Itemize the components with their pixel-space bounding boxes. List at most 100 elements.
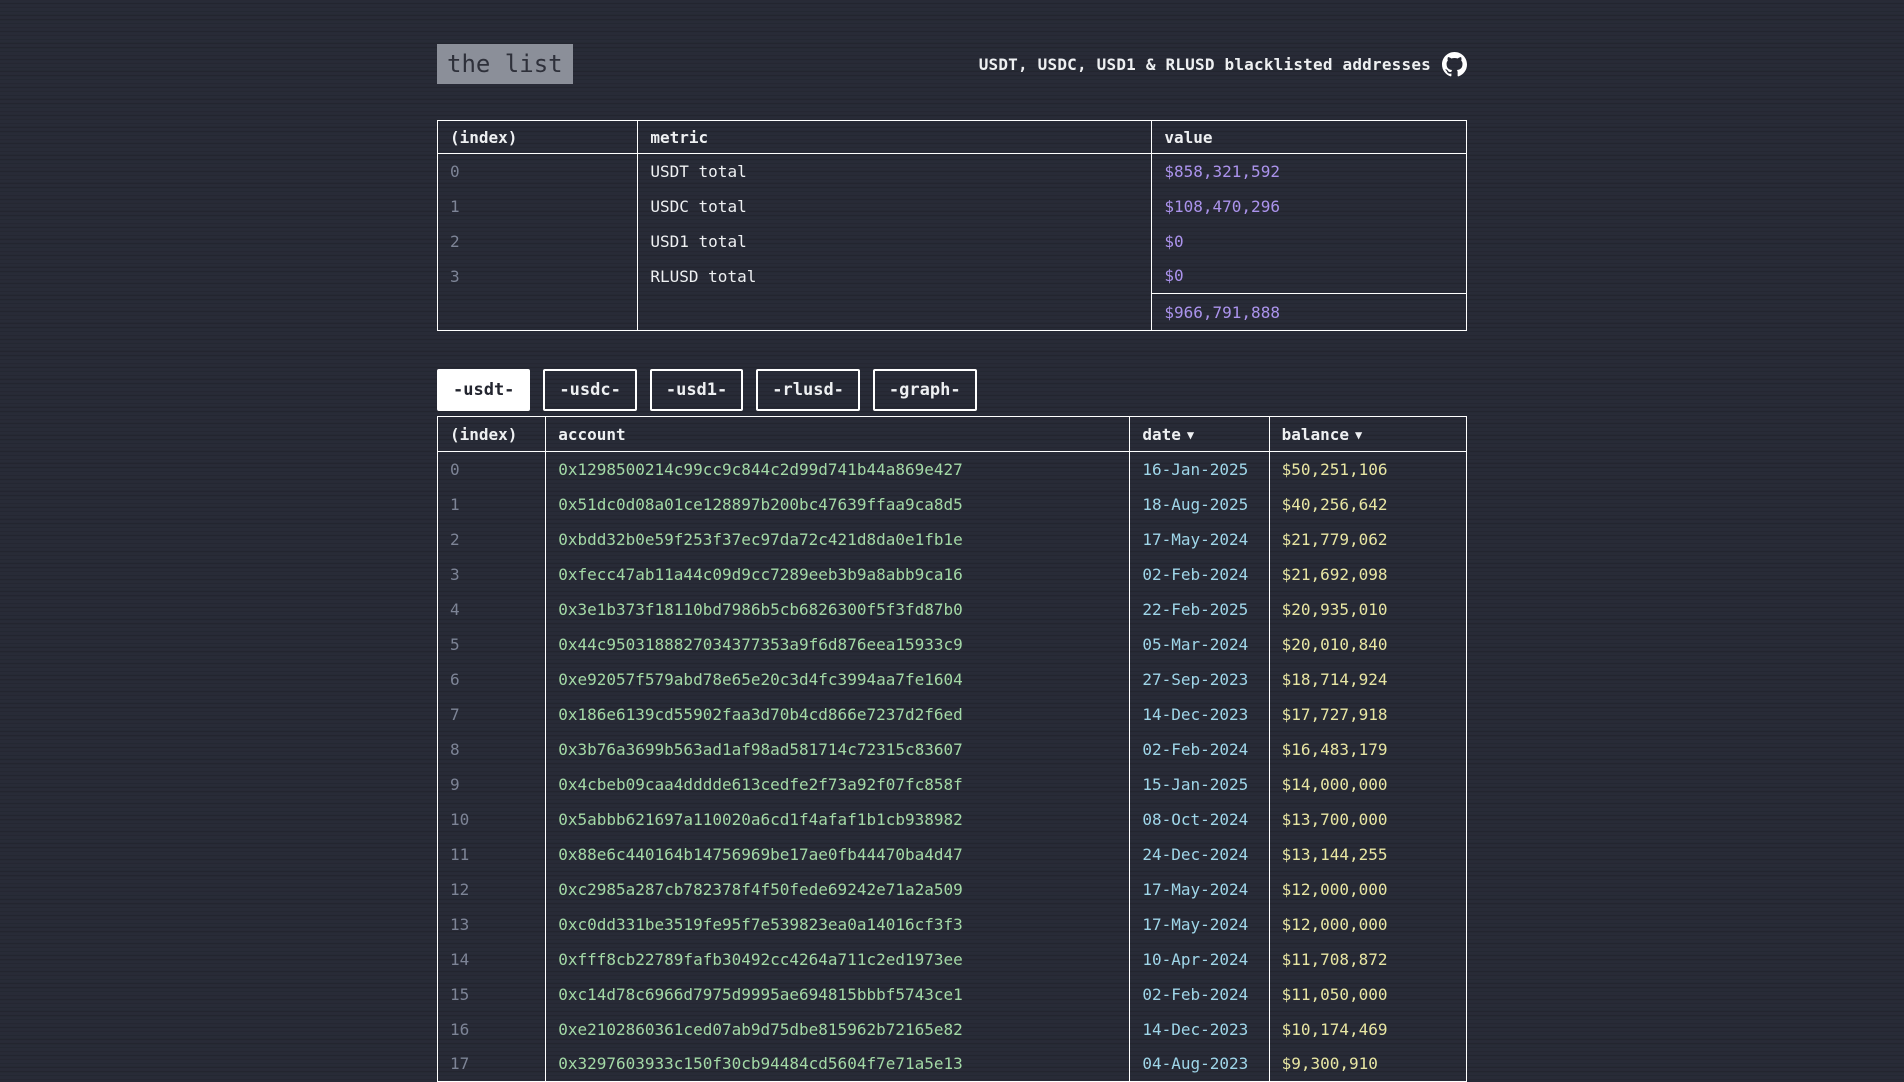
cell-account: 0xbdd32b0e59f253f37ec97da72c421d8da0e1fb… <box>546 522 1130 557</box>
cell-index: 12 <box>438 872 546 907</box>
table-row: 11 0x88e6c440164b14756969be17ae0fb44470b… <box>438 837 1467 872</box>
balance-sort-label: balance <box>1282 425 1349 444</box>
cell-index: 13 <box>438 907 546 942</box>
tab-bar: -usdt- -usdc- -usd1- -rlusd- -graph- <box>437 369 1467 411</box>
cell-balance: $50,251,106 <box>1269 452 1466 487</box>
cell-date: 08-Oct-2024 <box>1130 802 1269 837</box>
summary-cell-index: 1 <box>438 189 638 224</box>
table-row: 6 0xe92057f579abd78e65e20c3d4fc3994aa7fe… <box>438 662 1467 697</box>
date-sort-label: date <box>1142 425 1181 444</box>
cell-date: 14-Dec-2023 <box>1130 1012 1269 1047</box>
cell-date: 17-May-2024 <box>1130 522 1269 557</box>
cell-index: 8 <box>438 732 546 767</box>
address-table: (index) account date ▼ balance ▼ 0 0x12985… <box>437 416 1467 1082</box>
summary-col-metric: metric <box>638 121 1152 154</box>
cell-index: 6 <box>438 662 546 697</box>
cell-account: 0x4cbeb09caa4dddde613cedfe2f73a92f07fc85… <box>546 767 1130 802</box>
cell-date: 05-Mar-2024 <box>1130 627 1269 662</box>
page-header: the list USDT, USDC, USD1 & RLUSD blackl… <box>437 44 1467 84</box>
tab-rlusd[interactable]: -rlusd- <box>756 369 860 411</box>
cell-date: 04-Aug-2023 <box>1130 1047 1269 1082</box>
address-col-balance-sort[interactable]: balance ▼ <box>1269 417 1466 452</box>
cell-index: 15 <box>438 977 546 1012</box>
sort-descending-icon: ▼ <box>1187 428 1194 442</box>
cell-account: 0xc14d78c6966d7975d9995ae694815bbbf5743c… <box>546 977 1130 1012</box>
page-subtitle: USDT, USDC, USD1 & RLUSD blacklisted add… <box>979 55 1431 74</box>
summary-table: (index) metric value 0 USDT total $858,3… <box>437 120 1467 331</box>
summary-table-body: 0 USDT total $858,321,592 1 USDC total $… <box>438 154 1467 294</box>
cell-date: 15-Jan-2025 <box>1130 767 1269 802</box>
table-row: 1 0x51dc0d08a01ce128897b200bc47639ffaa9c… <box>438 487 1467 522</box>
cell-account: 0x186e6139cd55902faa3d70b4cd866e7237d2f6… <box>546 697 1130 732</box>
sort-descending-icon: ▼ <box>1355 428 1362 442</box>
cell-account: 0xc0dd331be3519fe95f7e539823ea0a14016cf3… <box>546 907 1130 942</box>
table-row: 0 0x1298500214c99cc9c844c2d99d741b44a869… <box>438 452 1467 487</box>
cell-account: 0x3b76a3699b563ad1af98ad581714c72315c836… <box>546 732 1130 767</box>
cell-date: 02-Feb-2024 <box>1130 732 1269 767</box>
cell-balance: $16,483,179 <box>1269 732 1466 767</box>
cell-index: 1 <box>438 487 546 522</box>
tab-usdt[interactable]: -usdt- <box>437 369 530 411</box>
summary-footer-empty-index <box>438 294 638 331</box>
cell-account: 0xc2985a287cb782378f4f50fede69242e71a2a5… <box>546 872 1130 907</box>
cell-account: 0x1298500214c99cc9c844c2d99d741b44a869e4… <box>546 452 1130 487</box>
cell-index: 11 <box>438 837 546 872</box>
tab-usd1[interactable]: -usd1- <box>650 369 743 411</box>
summary-cell-metric: USDC total <box>638 189 1152 224</box>
cell-index: 10 <box>438 802 546 837</box>
address-col-index: (index) <box>438 417 546 452</box>
cell-date: 17-May-2024 <box>1130 907 1269 942</box>
address-col-date-sort[interactable]: date ▼ <box>1130 417 1269 452</box>
cell-balance: $13,144,255 <box>1269 837 1466 872</box>
cell-balance: $20,935,010 <box>1269 592 1466 627</box>
cell-index: 17 <box>438 1047 546 1082</box>
table-row: 12 0xc2985a287cb782378f4f50fede69242e71a… <box>438 872 1467 907</box>
table-row: 9 0x4cbeb09caa4dddde613cedfe2f73a92f07fc… <box>438 767 1467 802</box>
cell-balance: $18,714,924 <box>1269 662 1466 697</box>
cell-account: 0x3297603933c150f30cb94484cd5604f7e71a5e… <box>546 1047 1130 1082</box>
cell-balance: $20,010,840 <box>1269 627 1466 662</box>
cell-account: 0x5abbb621697a110020a6cd1f4afaf1b1cb9389… <box>546 802 1130 837</box>
cell-index: 0 <box>438 452 546 487</box>
table-row: 7 0x186e6139cd55902faa3d70b4cd866e7237d2… <box>438 697 1467 732</box>
cell-balance: $21,779,062 <box>1269 522 1466 557</box>
cell-index: 14 <box>438 942 546 977</box>
summary-cell-index: 2 <box>438 224 638 259</box>
summary-cell-value: $0 <box>1152 224 1467 259</box>
table-row: 14 0xfff8cb22789fafb30492cc4264a711c2ed1… <box>438 942 1467 977</box>
summary-cell-index: 0 <box>438 154 638 189</box>
table-row: 2 0xbdd32b0e59f253f37ec97da72c421d8da0e1… <box>438 522 1467 557</box>
header-right: USDT, USDC, USD1 & RLUSD blacklisted add… <box>979 52 1467 77</box>
summary-grand-total: $966,791,888 <box>1152 294 1467 331</box>
table-row: 8 0x3b76a3699b563ad1af98ad581714c72315c8… <box>438 732 1467 767</box>
summary-cell-metric: USDT total <box>638 154 1152 189</box>
cell-index: 2 <box>438 522 546 557</box>
summary-cell-value: $0 <box>1152 259 1467 294</box>
cell-index: 5 <box>438 627 546 662</box>
cell-account: 0x3e1b373f18110bd7986b5cb6826300f5f3fd87… <box>546 592 1130 627</box>
cell-balance: $12,000,000 <box>1269 872 1466 907</box>
cell-index: 16 <box>438 1012 546 1047</box>
cell-balance: $11,708,872 <box>1269 942 1466 977</box>
cell-date: 22-Feb-2025 <box>1130 592 1269 627</box>
cell-account: 0xe92057f579abd78e65e20c3d4fc3994aa7fe16… <box>546 662 1130 697</box>
cell-account: 0x51dc0d08a01ce128897b200bc47639ffaa9ca8… <box>546 487 1130 522</box>
table-row: 15 0xc14d78c6966d7975d9995ae694815bbbf57… <box>438 977 1467 1012</box>
table-row: 13 0xc0dd331be3519fe95f7e539823ea0a14016… <box>438 907 1467 942</box>
summary-row: 2 USD1 total $0 <box>438 224 1467 259</box>
cell-index: 4 <box>438 592 546 627</box>
address-table-header: (index) account date ▼ balance ▼ <box>438 417 1467 452</box>
cell-account: 0x88e6c440164b14756969be17ae0fb44470ba4d… <box>546 837 1130 872</box>
cell-balance: $13,700,000 <box>1269 802 1466 837</box>
cell-date: 14-Dec-2023 <box>1130 697 1269 732</box>
cell-date: 18-Aug-2025 <box>1130 487 1269 522</box>
github-icon[interactable] <box>1442 52 1467 77</box>
address-col-account: account <box>546 417 1130 452</box>
tab-usdc[interactable]: -usdc- <box>543 369 636 411</box>
cell-balance: $40,256,642 <box>1269 487 1466 522</box>
summary-table-header: (index) metric value <box>438 121 1467 154</box>
cell-balance: $11,050,000 <box>1269 977 1466 1012</box>
tab-graph[interactable]: -graph- <box>873 369 977 411</box>
summary-cell-value: $108,470,296 <box>1152 189 1467 224</box>
summary-col-value: value <box>1152 121 1467 154</box>
